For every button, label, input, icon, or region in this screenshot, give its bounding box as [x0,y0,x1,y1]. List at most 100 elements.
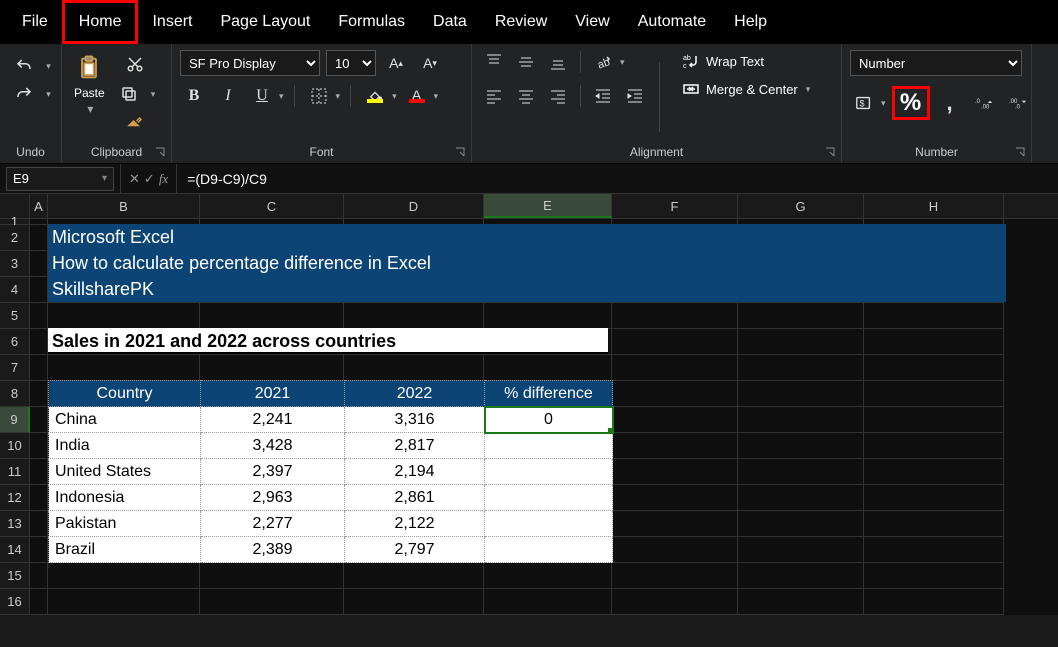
col-header-A[interactable]: A [30,194,48,218]
cell[interactable] [738,485,864,511]
col-header-H[interactable]: H [864,194,1004,218]
menu-data[interactable]: Data [419,3,481,41]
align-middle-button[interactable] [512,50,540,74]
cell[interactable] [864,537,1004,563]
menu-page-layout[interactable]: Page Layout [206,3,324,41]
menu-automate[interactable]: Automate [624,3,720,41]
merge-center-button[interactable]: Merge & Center ▾ [678,78,814,100]
cell[interactable] [738,459,864,485]
row-header-7[interactable]: 7 [0,355,30,381]
cell-diff[interactable] [485,537,613,563]
cell[interactable] [864,459,1004,485]
th-country[interactable]: Country [49,381,201,407]
row-header-11[interactable]: 11 [0,459,30,485]
cell[interactable] [612,303,738,329]
cell[interactable] [864,329,1004,355]
cell-2022[interactable]: 3,316 [345,407,485,433]
row-header-4[interactable]: 4 [0,277,30,303]
cell-2022[interactable]: 2,861 [345,485,485,511]
formula-input[interactable] [177,167,1058,191]
chevron-down-icon[interactable]: ▾ [46,89,51,100]
cell[interactable] [612,589,738,615]
menu-view[interactable]: View [561,3,623,41]
cell[interactable] [738,407,864,433]
cell[interactable] [864,303,1004,329]
cell-diff[interactable]: 0 [485,407,613,433]
col-header-G[interactable]: G [738,194,864,218]
align-center-button[interactable] [512,84,540,108]
row-header-5[interactable]: 5 [0,303,30,329]
cell[interactable] [200,303,344,329]
cell-2022[interactable]: 2,194 [345,459,485,485]
chevron-down-icon[interactable]: ▾ [392,91,397,102]
cell[interactable] [484,355,612,381]
cell[interactable] [738,563,864,589]
row-header-9[interactable]: 9 [0,407,30,433]
cell[interactable] [30,563,48,589]
cell[interactable] [200,563,344,589]
th-2021[interactable]: 2021 [201,381,345,407]
align-right-button[interactable] [544,84,572,108]
name-box[interactable]: E9 ▾ [6,167,114,191]
cell[interactable] [48,355,200,381]
cell[interactable] [30,303,48,329]
font-name-select[interactable]: SF Pro Display [180,50,320,76]
cell[interactable] [30,537,48,563]
font-color-button[interactable]: A [403,84,431,108]
col-header-E[interactable]: E [484,194,612,218]
cell-country[interactable]: United States [49,459,201,485]
font-size-select[interactable]: 10 [326,50,376,76]
chevron-down-icon[interactable]: ▾ [881,98,886,109]
cell[interactable] [30,277,48,303]
cell[interactable] [738,433,864,459]
dialog-launcher-icon[interactable] [153,145,167,159]
cell-2021[interactable]: 2,397 [201,459,345,485]
increase-decimal-button[interactable]: .0.00 [970,91,998,115]
borders-button[interactable] [305,84,333,108]
italic-button[interactable]: I [214,84,242,108]
fill-color-button[interactable] [361,84,389,108]
cell[interactable] [30,407,48,433]
chevron-down-icon[interactable]: ▾ [279,91,284,102]
cell[interactable] [738,381,864,407]
chevron-down-icon[interactable]: ▾ [434,91,439,102]
cell[interactable] [200,355,344,381]
cell-2021[interactable]: 2,389 [201,537,345,563]
underline-button[interactable]: U [248,84,276,108]
chevron-down-icon[interactable]: ▾ [336,91,341,102]
col-header-B[interactable]: B [48,194,200,218]
cell[interactable] [612,433,738,459]
cancel-formula-button[interactable]: ✕ [129,171,140,187]
cell[interactable] [612,485,738,511]
cell[interactable] [344,303,484,329]
cell[interactable] [738,329,864,355]
cell[interactable] [738,303,864,329]
menu-formulas[interactable]: Formulas [324,3,419,41]
dialog-launcher-icon[interactable] [1013,145,1027,159]
dialog-launcher-icon[interactable] [823,145,837,159]
row-header-6[interactable]: 6 [0,329,30,355]
align-bottom-button[interactable] [544,50,572,74]
fx-icon[interactable]: fx [159,171,168,187]
decrease-font-button[interactable]: A▾ [416,51,444,75]
decrease-decimal-button[interactable]: .00.0 [1004,91,1032,115]
row-header-2[interactable]: 2 [0,225,30,251]
th-diff[interactable]: % difference [485,381,613,407]
cell[interactable] [30,251,48,277]
cell[interactable] [612,381,738,407]
th-2022[interactable]: 2022 [345,381,485,407]
cell[interactable] [864,381,1004,407]
cell-diff[interactable] [485,511,613,537]
cut-button[interactable] [121,52,149,76]
cell[interactable] [864,563,1004,589]
orientation-button[interactable]: ab [589,50,617,74]
chevron-down-icon[interactable]: ▾ [151,89,156,100]
cell-2022[interactable]: 2,797 [345,537,485,563]
row-header-12[interactable]: 12 [0,485,30,511]
format-painter-button[interactable] [121,112,149,136]
cell[interactable] [612,459,738,485]
cell[interactable] [738,589,864,615]
row-header-14[interactable]: 14 [0,537,30,563]
chevron-down-icon[interactable]: ▾ [46,61,51,72]
cell-country[interactable]: Pakistan [49,511,201,537]
